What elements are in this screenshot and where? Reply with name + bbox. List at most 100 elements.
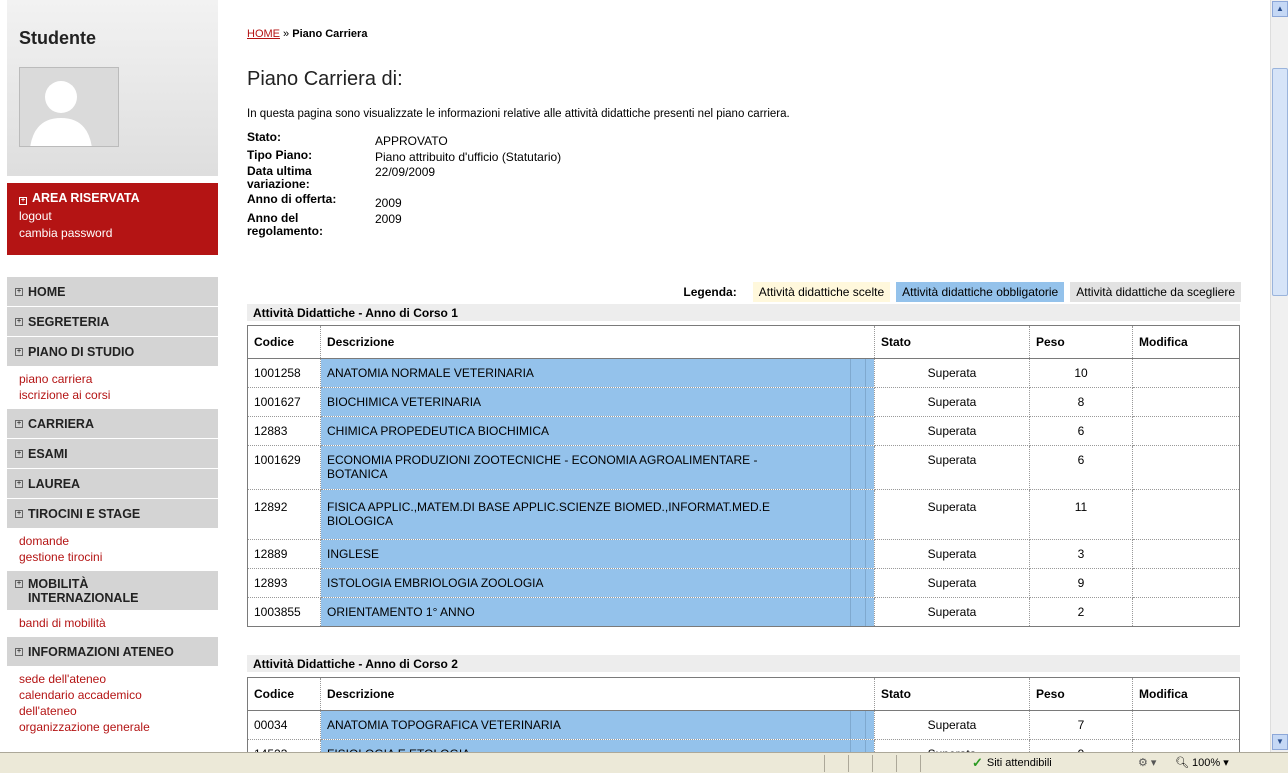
cell-stato: Superata: [874, 416, 1030, 446]
status-divider: [848, 754, 849, 772]
table-row: 1003855 ORIENTAMENTO 1° ANNO Superata 2: [247, 597, 1240, 627]
section-title-year2: Attività Didattiche - Anno di Corso 2: [247, 655, 1240, 672]
zoom-control[interactable]: 🔍︎ 100% ▾: [1175, 756, 1229, 769]
col-codice: Codice: [247, 325, 321, 359]
reserved-area-box: + AREA RISERVATA logout cambia password: [7, 183, 218, 255]
info-row-data: Data ultima variazione: 22/09/2009: [247, 165, 561, 191]
sidebar-link-gestione-tirocini[interactable]: gestione tirocini: [19, 549, 218, 565]
cell-peso: 6: [1029, 416, 1133, 446]
status-divider: [872, 754, 873, 772]
sidebar-item-tirocini[interactable]: + TIROCINI E STAGE: [7, 498, 218, 528]
change-password-link[interactable]: cambia password: [19, 225, 206, 242]
table-header-row: Codice Descrizione Stato Peso Modifica: [247, 677, 1240, 711]
scroll-up-icon[interactable]: ▲: [1272, 1, 1288, 17]
cell-stato: Superata: [874, 539, 1030, 569]
sidebar-link-calendario-accademico[interactable]: calendario accademico dell'ateneo: [19, 687, 218, 719]
cell-peso: 2: [1029, 597, 1133, 627]
table-row: 12893 ISTOLOGIA EMBRIOLOGIA ZOOLOGIA Super…: [247, 568, 1240, 598]
info-row-tipo: Tipo Piano: Piano attribuito d'ufficio (S…: [247, 149, 561, 164]
cell-code: 1003855: [247, 597, 321, 627]
plus-icon: +: [15, 347, 23, 356]
col-modifica: Modifica: [1132, 677, 1240, 711]
cell-peso: 6: [1029, 445, 1133, 490]
sidebar-item-informazioni-ateneo[interactable]: + INFORMAZIONI ATENEO: [7, 636, 218, 666]
sidebar-link-domande[interactable]: domande: [19, 533, 218, 549]
sidebar-link-bandi-mobilita[interactable]: bandi di mobilità: [19, 615, 218, 631]
cell-modifica: [1132, 539, 1240, 569]
plus-icon: +: [15, 479, 23, 488]
avatar: [19, 67, 119, 147]
info-value: 22/09/2009: [375, 165, 436, 179]
info-key: Anno del regolamento:: [247, 212, 375, 238]
reserved-area-label: AREA RISERVATA: [32, 191, 140, 205]
table-row: 12883 CHIMICA PROPEDEUTICA BIOCHIMICA Supe…: [247, 416, 1240, 446]
submenu-tirocini: domande gestione tirocini: [7, 528, 218, 570]
sidebar-item-mobilita[interactable]: + MOBILITÀ INTERNAZIONALE: [7, 570, 218, 610]
status-divider: [896, 754, 897, 772]
sidebar-link-sede-ateneo[interactable]: sede dell'ateneo: [19, 671, 218, 687]
cell-peso: 8: [1029, 387, 1133, 417]
scrollbar-thumb[interactable]: [1272, 68, 1288, 296]
sidebar-item-label-line2: INTERNAZIONALE: [28, 591, 139, 605]
sidebar: Studente + AREA RISERVATA logout cambia p…: [7, 0, 218, 752]
plus-icon: +: [15, 287, 23, 296]
plan-info: Stato: APPROVATO Tipo Piano: Piano attribu…: [247, 131, 561, 239]
sidebar-item-label-line1: MOBILITÀ: [28, 577, 89, 591]
col-stato: Stato: [874, 677, 1030, 711]
cell-code: 00034: [247, 710, 321, 740]
cell-peso: 9: [1029, 739, 1133, 752]
sidebar-item-piano-di-studio[interactable]: + PIANO DI STUDIO: [7, 336, 218, 366]
table-row: 12892 FISICA APPLIC.,MATEM.DI BASE APPLIC…: [247, 489, 1240, 540]
logout-link[interactable]: logout: [19, 208, 206, 225]
cell-modifica: [1132, 568, 1240, 598]
cell-stato: Superata: [874, 568, 1030, 598]
check-icon: ✓: [972, 755, 983, 770]
table-row: 1001627 BIOCHIMICA VETERINARIA Superata 8: [247, 387, 1240, 417]
cell-desc: CHIMICA PROPEDEUTICA BIOCHIMICA: [320, 416, 875, 446]
sidebar-link-iscrizione-corsi[interactable]: iscrizione ai corsi: [19, 387, 218, 403]
breadcrumb-home-link[interactable]: HOME: [247, 28, 280, 40]
cell-desc: ANATOMIA TOPOGRAFICA VETERINARIA: [320, 710, 875, 740]
sidebar-item-home[interactable]: + HOME: [7, 276, 218, 306]
cell-modifica: [1132, 597, 1240, 627]
sidebar-item-label: HOME: [28, 284, 66, 299]
protected-mode-icon[interactable]: ⚙ ▾: [1138, 756, 1156, 769]
cell-desc-line1: FISICA APPLIC.,MATEM.DI BASE APPLIC.SCIE…: [327, 500, 770, 514]
cell-code: 12893: [247, 568, 321, 598]
sidebar-item-label: MOBILITÀ INTERNAZIONALE: [28, 577, 138, 605]
info-key-line2: variazione:: [247, 177, 310, 191]
plus-icon: +: [15, 449, 23, 458]
cell-modifica: [1132, 489, 1240, 540]
sidebar-item-esami[interactable]: + ESAMI: [7, 438, 218, 468]
sidebar-link-piano-carriera[interactable]: piano carriera: [19, 371, 218, 387]
info-key-line1: Data ultima: [247, 164, 312, 178]
cell-desc-line1: ECONOMIA PRODUZIONI ZOOTECNICHE - ECONOM…: [327, 453, 758, 467]
cell-desc: ANATOMIA NORMALE VETERINARIA: [320, 358, 875, 388]
sidebar-item-label: ESAMI: [28, 446, 68, 461]
info-key: Data ultima variazione:: [247, 165, 375, 191]
page-title: Piano Carriera di:: [247, 68, 403, 90]
sidebar-item-laurea[interactable]: + LAUREA: [7, 468, 218, 498]
scroll-down-icon[interactable]: ▼: [1272, 734, 1288, 750]
cell-stato: Superata: [874, 710, 1030, 740]
sidebar-link-organizzazione-generale[interactable]: organizzazione generale: [19, 719, 218, 735]
info-row-anno-regolamento: Anno del regolamento: 2009: [247, 212, 561, 238]
cell-peso: 3: [1029, 539, 1133, 569]
status-divider: [824, 754, 825, 772]
trusted-sites-zone[interactable]: ✓ Siti attendibili: [972, 755, 1052, 771]
legend-to-choose: Attività didattiche da scegliere: [1070, 282, 1241, 302]
trusted-sites-label: Siti attendibili: [986, 757, 1052, 769]
info-key: Anno di offerta:: [247, 192, 337, 206]
vertical-scrollbar[interactable]: ▲ ▼: [1270, 0, 1288, 752]
submenu-informazioni-ateneo: sede dell'ateneo calendario accademico de…: [7, 666, 218, 740]
table-row: 12889 INGLESE Superata 3: [247, 539, 1240, 569]
cell-modifica: [1132, 387, 1240, 417]
cell-code: 1001627: [247, 387, 321, 417]
col-stato: Stato: [874, 325, 1030, 359]
col-descrizione: Descrizione: [320, 325, 875, 359]
table-row: 1001258 ANATOMIA NORMALE VETERINARIA Super…: [247, 358, 1240, 388]
sidebar-item-carriera[interactable]: + CARRIERA: [7, 408, 218, 438]
info-row-anno-offerta: Anno di offerta: 2009: [247, 193, 561, 210]
plus-icon: +: [15, 317, 23, 326]
sidebar-item-segreteria[interactable]: + SEGRETERIA: [7, 306, 218, 336]
